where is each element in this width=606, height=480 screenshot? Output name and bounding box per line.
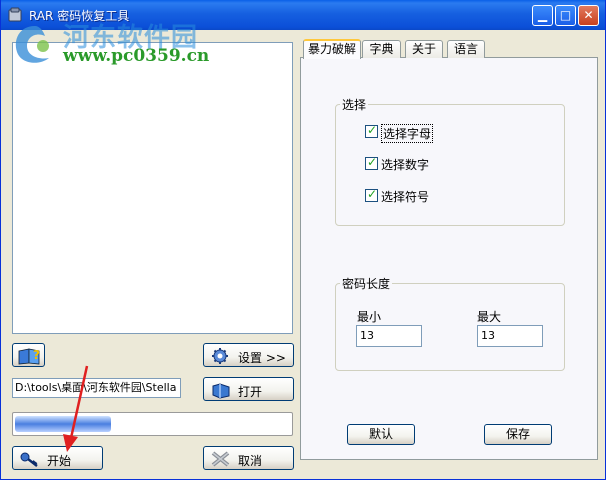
select-group-title: 选择 [340, 96, 369, 113]
app-window: RAR 密码恢复工具 ▁ □ ✕ 河东软件园 www.pc0359.cn ? 设… [0, 0, 606, 480]
checkbox-letters-box[interactable] [365, 123, 378, 138]
minimize-button[interactable]: ▁ [532, 5, 553, 26]
checkbox-digits-label: 选择数字 [381, 158, 430, 172]
open-button-label: 打开 [238, 385, 263, 399]
gear-icon [212, 348, 228, 364]
cancel-button[interactable]: 取消 [203, 446, 294, 470]
start-button-label: 开始 [47, 454, 72, 468]
tab-about[interactable]: 关于 [405, 40, 443, 58]
select-group: 选择 选择字母 选择数字 选择符号 [335, 96, 565, 226]
key-icon [20, 452, 38, 467]
max-length-label: 最大 [477, 310, 502, 324]
checkbox-letters[interactable]: 选择字母 [365, 123, 485, 143]
app-icon [8, 7, 22, 22]
default-button-label: 默认 [368, 427, 393, 441]
tab-panel-brute-force: 选择 选择字母 选择数字 选择符号 密码长度 最小 13 最大 13 默认 [300, 57, 598, 460]
checkbox-digits[interactable]: 选择数字 [365, 155, 485, 172]
settings-button-label: 设置 >> [238, 351, 286, 365]
open-file-icon [212, 383, 230, 399]
start-button[interactable]: 开始 [12, 446, 103, 470]
checkbox-symbols-label: 选择符号 [381, 190, 430, 204]
checkbox-symbols[interactable]: 选择符号 [365, 187, 485, 204]
settings-button[interactable]: 设置 >> [203, 343, 294, 367]
file-path-field[interactable]: D:\tools\桌面\河东软件园\Stella [12, 378, 181, 398]
max-length-input[interactable]: 13 [477, 325, 543, 347]
tab-language[interactable]: 语言 [447, 40, 485, 58]
password-length-group: 密码长度 最小 13 最大 13 [335, 275, 565, 371]
file-list[interactable] [12, 42, 293, 334]
watermark-url: www.pc0359.cn [63, 46, 210, 66]
book-help-icon: ? [18, 348, 40, 365]
tab-dictionary[interactable]: 字典 [362, 40, 401, 58]
open-button[interactable]: 打开 [203, 377, 294, 401]
progress-bar [12, 412, 293, 436]
save-button-label: 保存 [505, 427, 530, 441]
min-length-input[interactable]: 13 [356, 325, 422, 347]
help-button[interactable]: ? [12, 343, 45, 367]
checkbox-digits-box[interactable] [365, 155, 378, 170]
cancel-tools-icon [211, 451, 230, 467]
cancel-button-label: 取消 [238, 454, 263, 468]
progress-fill [15, 416, 111, 432]
default-button[interactable]: 默认 [347, 424, 415, 445]
password-length-title: 密码长度 [340, 275, 393, 292]
tab-brute-force[interactable]: 暴力破解 [303, 39, 361, 59]
checkbox-letters-label: 选择字母 [381, 124, 434, 143]
min-length-label: 最小 [357, 310, 382, 324]
svg-text:?: ? [33, 348, 40, 362]
close-button[interactable]: ✕ [578, 5, 599, 26]
checkbox-symbols-box[interactable] [365, 187, 378, 202]
save-button[interactable]: 保存 [484, 424, 552, 445]
maximize-button[interactable]: □ [555, 5, 576, 26]
watermark-logo-icon [15, 26, 49, 63]
